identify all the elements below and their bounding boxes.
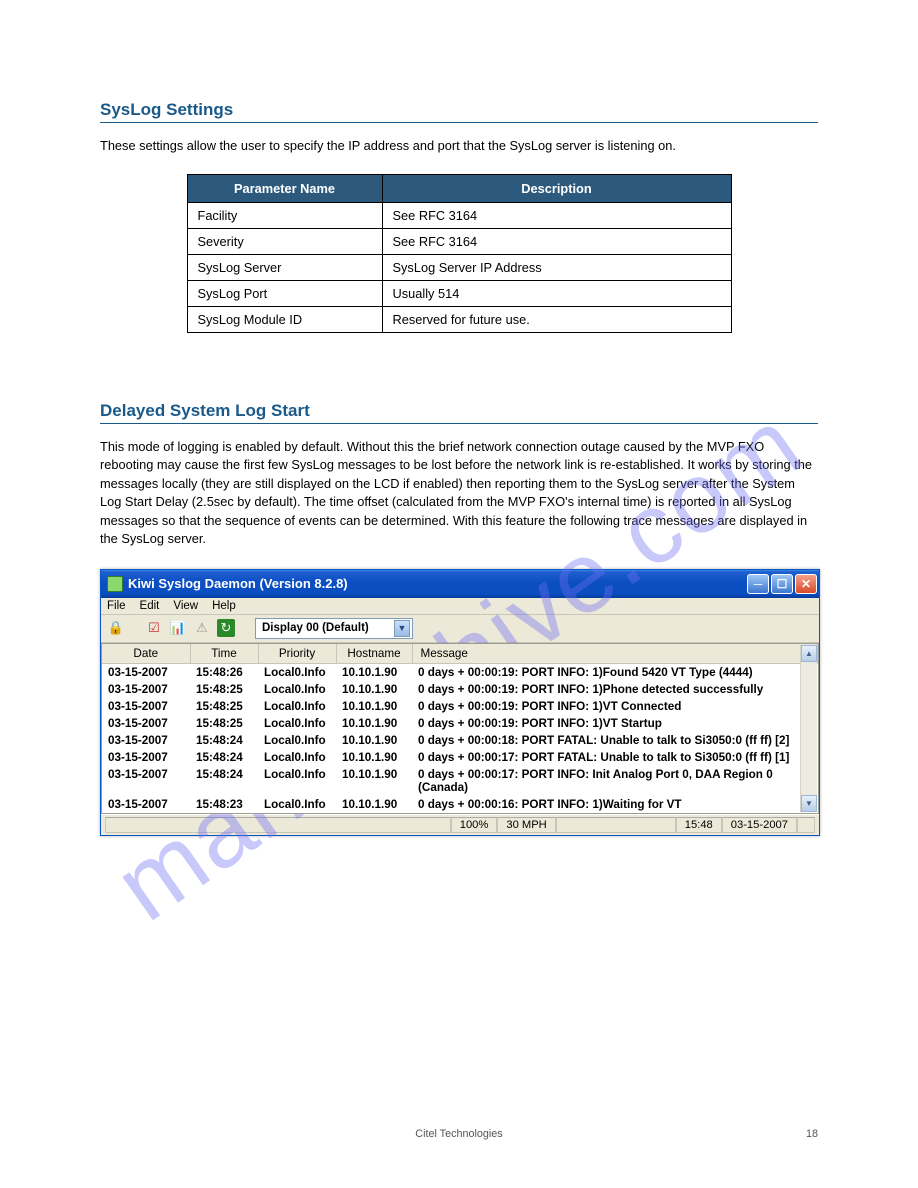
menu-view[interactable]: View bbox=[173, 600, 198, 612]
menu-help[interactable]: Help bbox=[212, 600, 236, 612]
params-table: Parameter Name Description FacilitySee R… bbox=[187, 174, 732, 333]
status-time: 15:48 bbox=[676, 817, 722, 833]
col-date[interactable]: Date bbox=[102, 644, 190, 664]
footer-center: Citel Technologies bbox=[0, 1128, 918, 1140]
table-row: SysLog PortUsually 514 bbox=[187, 280, 731, 306]
table-row: SeveritySee RFC 3164 bbox=[187, 228, 731, 254]
menubar: File Edit View Help bbox=[101, 598, 819, 615]
table-row: SysLog Module IDReserved for future use. bbox=[187, 306, 731, 332]
log-row[interactable]: 03-15-200715:48:26Local0.Info10.10.1.900… bbox=[102, 663, 818, 681]
table-row: SysLog ServerSysLog Server IP Address bbox=[187, 254, 731, 280]
window-title: Kiwi Syslog Daemon (Version 8.2.8) bbox=[128, 576, 747, 591]
maximize-button[interactable]: ☐ bbox=[771, 574, 793, 594]
status-pct: 100% bbox=[451, 817, 498, 833]
log-row[interactable]: 03-15-200715:48:24Local0.Info10.10.1.900… bbox=[102, 749, 818, 766]
app-icon bbox=[107, 576, 123, 592]
log-row[interactable]: 03-15-200715:48:25Local0.Info10.10.1.900… bbox=[102, 681, 818, 698]
app-window: Kiwi Syslog Daemon (Version 8.2.8) ─ ☐ ✕… bbox=[100, 569, 820, 836]
status-mph: 30 MPH bbox=[497, 817, 555, 833]
params-header-desc: Description bbox=[382, 174, 731, 202]
chart-icon[interactable]: 📊 bbox=[169, 619, 187, 637]
col-time[interactable]: Time bbox=[190, 644, 258, 664]
menu-file[interactable]: File bbox=[107, 600, 126, 612]
display-combo[interactable]: Display 00 (Default) ▼ bbox=[255, 618, 413, 639]
combo-value: Display 00 (Default) bbox=[262, 622, 369, 634]
close-button[interactable]: ✕ bbox=[795, 574, 817, 594]
refresh-icon[interactable]: ↻ bbox=[217, 619, 235, 637]
col-hostname[interactable]: Hostname bbox=[336, 644, 412, 664]
minimize-button[interactable]: ─ bbox=[747, 574, 769, 594]
menu-edit[interactable]: Edit bbox=[140, 600, 160, 612]
log-row[interactable]: 03-15-200715:48:23Local0.Info10.10.1.900… bbox=[102, 796, 818, 813]
log-grid: Date Time Priority Hostname Message 03-1… bbox=[102, 644, 818, 813]
warning-icon[interactable]: ⚠ bbox=[193, 619, 211, 637]
log-row[interactable]: 03-15-200715:48:25Local0.Info10.10.1.900… bbox=[102, 698, 818, 715]
section-body-delayed: This mode of logging is enabled by defau… bbox=[100, 438, 818, 549]
check-icon[interactable]: ☑ bbox=[145, 619, 163, 637]
log-row[interactable]: 03-15-200715:48:24Local0.Info10.10.1.900… bbox=[102, 766, 818, 796]
section-title-syslog: SysLog Settings bbox=[100, 100, 818, 123]
section-intro-syslog: These settings allow the user to specify… bbox=[100, 137, 818, 156]
params-header-name: Parameter Name bbox=[187, 174, 382, 202]
statusbar: 100% 30 MPH 15:48 03-15-2007 bbox=[101, 814, 819, 835]
log-row[interactable]: 03-15-200715:48:24Local0.Info10.10.1.900… bbox=[102, 732, 818, 749]
section-title-delayed: Delayed System Log Start bbox=[100, 401, 818, 424]
log-row[interactable]: 03-15-200715:48:25Local0.Info10.10.1.900… bbox=[102, 715, 818, 732]
footer-page: 18 bbox=[806, 1128, 818, 1140]
titlebar[interactable]: Kiwi Syslog Daemon (Version 8.2.8) ─ ☐ ✕ bbox=[101, 570, 819, 598]
col-priority[interactable]: Priority bbox=[258, 644, 336, 664]
status-date: 03-15-2007 bbox=[722, 817, 797, 833]
table-row: FacilitySee RFC 3164 bbox=[187, 202, 731, 228]
scroll-up-icon[interactable]: ▲ bbox=[801, 645, 817, 662]
toolbar: 🔒 ☑ 📊 ⚠ ↻ Display 00 (Default) ▼ bbox=[101, 615, 819, 643]
scroll-down-icon[interactable]: ▼ bbox=[801, 795, 817, 812]
chevron-down-icon[interactable]: ▼ bbox=[394, 620, 410, 637]
lock-icon[interactable]: 🔒 bbox=[107, 619, 125, 637]
scrollbar[interactable]: ▲ ▼ bbox=[800, 645, 817, 812]
col-message[interactable]: Message bbox=[412, 644, 818, 664]
